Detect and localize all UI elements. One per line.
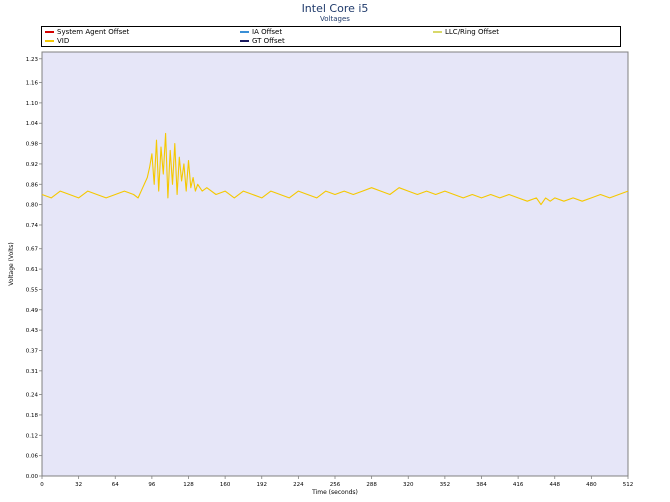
x-tick-label: 384	[476, 482, 487, 488]
y-tick-label: 1.04	[26, 121, 39, 127]
x-tick-label: 64	[112, 482, 119, 488]
x-tick-label: 0	[40, 482, 44, 488]
y-tick-label: 0.92	[26, 162, 38, 168]
plot-background	[41, 51, 629, 477]
y-tick-label: 0.37	[26, 348, 39, 354]
x-tick-label: 160	[220, 482, 231, 488]
y-tick-label: 1.16	[26, 81, 39, 87]
y-axis-label: Voltage (Volts)	[8, 242, 15, 286]
x-axis: 0 32 64 96 128 160 192 224 256 288 320 352 384 416 448…	[40, 476, 633, 488]
chart: Intel Core i5 Voltages System Agent Offs…	[0, 0, 670, 502]
y-tick-label: 0.98	[26, 142, 39, 148]
x-tick-label: 96	[148, 482, 155, 488]
x-tick-label: 448	[550, 482, 561, 488]
x-tick-label: 416	[513, 482, 524, 488]
y-tick-label: 0.00	[26, 474, 39, 480]
y-tick-label: 0.67	[26, 247, 39, 253]
y-tick-label: 0.06	[26, 454, 39, 460]
x-axis-label: Time (seconds)	[311, 489, 358, 496]
x-tick-label: 320	[403, 482, 414, 488]
y-tick-label: 1.23	[26, 57, 39, 63]
y-tick-label: 0.86	[26, 182, 39, 188]
y-tick-label: 0.55	[26, 287, 39, 293]
y-tick-label: 0.31	[26, 369, 38, 375]
x-tick-label: 224	[293, 482, 304, 488]
x-tick-label: 256	[330, 482, 341, 488]
y-axis: 0.00 0.06 0.12 0.18 0.24 0.31 0.37 0.43 0.49 0.55…	[26, 57, 42, 480]
y-tick-label: 0.24	[26, 393, 39, 399]
x-tick-label: 128	[183, 482, 194, 488]
x-tick-label: 192	[257, 482, 268, 488]
x-tick-label: 512	[623, 482, 634, 488]
y-tick-label: 0.80	[26, 203, 39, 209]
y-tick-label: 0.18	[26, 413, 39, 419]
y-tick-label: 0.49	[26, 308, 39, 314]
y-tick-label: 0.74	[26, 223, 39, 229]
y-tick-label: 0.12	[26, 433, 38, 439]
x-tick-label: 288	[366, 482, 377, 488]
x-tick-label: 32	[75, 482, 82, 488]
y-tick-label: 0.61	[26, 267, 38, 273]
y-tick-label: 0.43	[26, 328, 39, 334]
plot-area: 0.00 0.06 0.12 0.18 0.24 0.31 0.37 0.43 0.49 0.55…	[8, 51, 633, 496]
y-tick-label: 1.10	[26, 101, 39, 107]
x-tick-label: 480	[586, 482, 597, 488]
x-tick-label: 352	[440, 482, 451, 488]
